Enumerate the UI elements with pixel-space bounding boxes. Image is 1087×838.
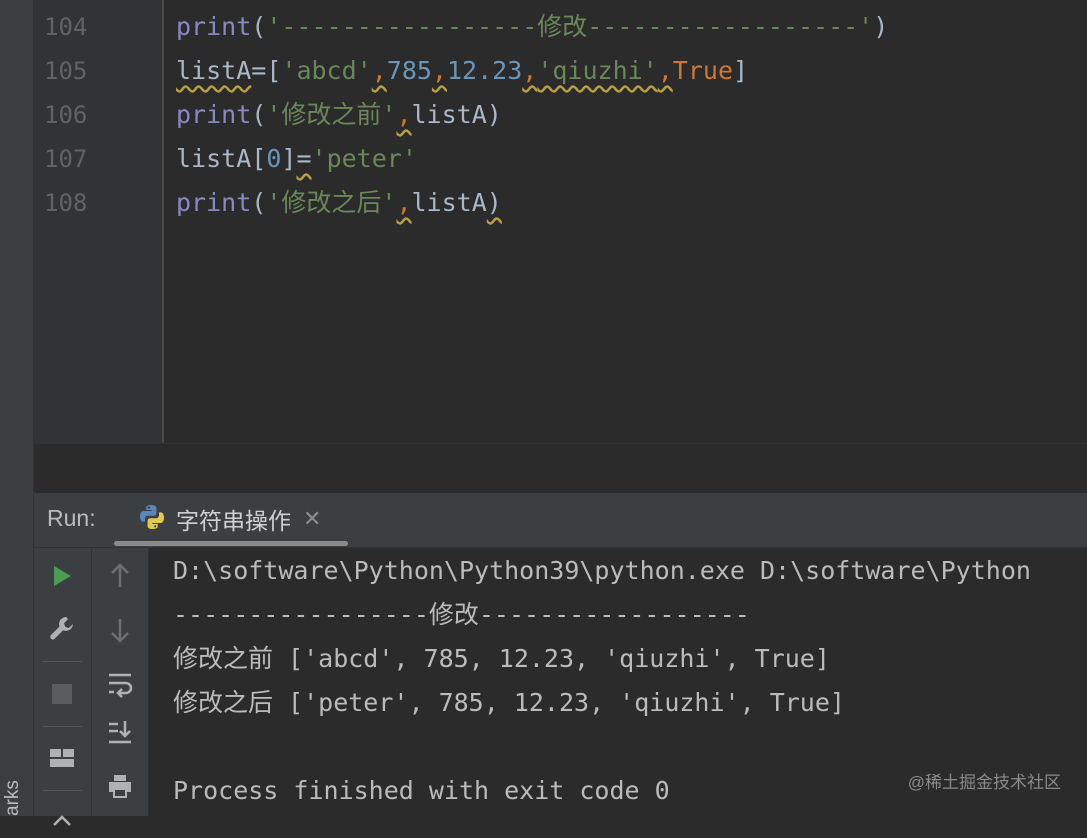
editor-panel-divider[interactable]: [34, 443, 1087, 494]
code-token-function: print: [176, 100, 252, 129]
console-line: D:\software\Python\Python39\python.exe D…: [173, 556, 1031, 585]
code-token-number: 785: [386, 56, 432, 85]
code-token-string: 'peter': [311, 144, 417, 173]
edit-configuration-button[interactable]: [42, 608, 82, 648]
code-token-string: 'abcd': [281, 56, 372, 85]
line-number: 104: [44, 13, 88, 41]
scroll-down-button[interactable]: [100, 610, 140, 650]
run-panel-header: Run: 字符串操作 ✕: [34, 493, 1087, 548]
scroll-to-end-button[interactable]: [100, 712, 140, 752]
code-editor[interactable]: 104 105 106 107 108 print('-------------…: [34, 0, 1087, 443]
code-token-comma: ,: [657, 56, 673, 85]
toolbar-separator: [42, 726, 82, 727]
run-toolbar-secondary: [92, 548, 149, 816]
active-tab-indicator: [114, 541, 348, 546]
code-token-comma: ,: [396, 188, 412, 217]
layout-icon: [50, 749, 74, 767]
console-line: 修改之前 ['abcd', 785, 12.23, 'qiuzhi', True…: [173, 644, 830, 673]
code-line-104[interactable]: print('-----------------修改--------------…: [176, 5, 888, 49]
soft-wrap-button[interactable]: [100, 664, 140, 704]
code-token-variable: listA: [411, 188, 487, 217]
pin-tab-button[interactable]: [42, 798, 82, 838]
arrow-up-icon: [111, 563, 129, 587]
code-token-operator: =: [296, 144, 312, 173]
code-token-bracket: ]: [281, 144, 297, 173]
toolbar-separator: [42, 790, 82, 791]
line-number: 106: [44, 101, 88, 129]
code-token-paren: ): [873, 12, 889, 41]
code-token-bracket: ]: [733, 56, 749, 85]
line-number: 108: [44, 189, 88, 217]
code-token-paren: (: [251, 100, 267, 129]
code-token-paren: (: [251, 12, 267, 41]
code-token-string: '修改之后': [266, 188, 397, 217]
code-token-function: print: [176, 12, 252, 41]
code-token-paren: ): [486, 188, 502, 217]
console-line: Process finished with exit code 0: [173, 776, 670, 805]
python-icon: [138, 503, 166, 535]
play-icon: [54, 566, 71, 586]
code-token-comma: ,: [371, 56, 387, 85]
rerun-button[interactable]: [42, 556, 82, 596]
run-config-tab[interactable]: 字符串操作 ✕: [138, 499, 321, 539]
code-line-105[interactable]: listA=['abcd',785,12.23,'qiuzhi',True]: [176, 49, 748, 93]
scroll-up-button[interactable]: [100, 556, 140, 596]
run-panel-label: Run:: [47, 505, 96, 531]
watermark: @稀土掘金技术社区: [907, 773, 1061, 792]
code-token-variable: listA: [176, 56, 252, 85]
wrench-icon: [50, 617, 73, 640]
line-number: 105: [44, 57, 88, 85]
line-number: 107: [44, 145, 88, 173]
stop-icon: [52, 684, 72, 704]
chevron-up-icon: [53, 815, 71, 826]
code-token-variable: listA: [411, 100, 487, 129]
soft-wrap-icon: [109, 673, 133, 698]
scroll-to-end-icon: [109, 721, 131, 744]
toolbar-separator: [42, 661, 82, 662]
code-token-function: print: [176, 188, 252, 217]
print-icon: [109, 775, 131, 798]
code-token-paren: (: [251, 188, 267, 217]
code-token-operator: =: [251, 56, 267, 85]
close-icon[interactable]: ✕: [303, 507, 321, 532]
stop-button[interactable]: [42, 674, 82, 714]
code-line-108[interactable]: print('修改之后',listA): [176, 181, 502, 225]
bookmarks-tool-label[interactable]: arks: [0, 772, 33, 816]
code-line-106[interactable]: print('修改之前',listA): [176, 93, 502, 137]
code-token-number: 0: [266, 144, 282, 173]
restore-layout-button[interactable]: [42, 738, 82, 778]
console-line: 修改之后 ['peter', 785, 12.23, 'qiuzhi', Tru…: [173, 688, 845, 717]
run-toolbar-primary: [34, 548, 92, 826]
run-tab-title: 字符串操作: [176, 508, 291, 534]
code-token-comma: ,: [396, 100, 412, 129]
code-line-107[interactable]: listA[0]='peter': [176, 137, 417, 181]
code-token-string: '修改之前': [266, 100, 397, 129]
code-token-bracket: [: [251, 144, 267, 173]
line-number-gutter: 104 105 106 107 108: [34, 0, 164, 443]
console-line: -----------------修改------------------: [173, 600, 750, 629]
code-token-bracket: [: [266, 56, 282, 85]
code-token-string: '-----------------修改------------------': [266, 12, 874, 41]
code-token-comma: ,: [431, 56, 447, 85]
code-token-string: 'qiuzhi': [537, 56, 658, 85]
code-token-paren: ): [486, 100, 502, 129]
code-token-keyword: True: [672, 56, 734, 85]
left-tool-strip: arks: [0, 0, 34, 816]
code-token-variable: listA: [176, 144, 252, 173]
print-button[interactable]: [100, 766, 140, 806]
code-token-number: 12.23: [446, 56, 523, 85]
arrow-down-icon: [111, 619, 129, 643]
code-token-comma: ,: [522, 56, 538, 85]
